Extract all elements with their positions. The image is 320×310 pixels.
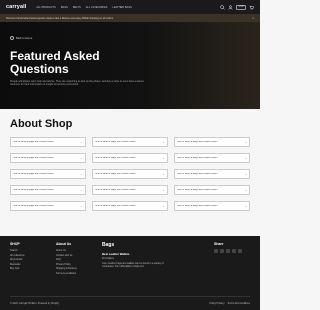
faq-question: How to setup a page with custom fields? (95, 157, 137, 159)
copyright-text: © 2024, Carryall Hnr&Co. Powered by Shop… (10, 302, 60, 305)
faq-question: How to setup a page with custom fields? (13, 173, 55, 175)
main-nav: ALL PRODUCTS BAGS BELTS ALL CATEGORIES L… (36, 6, 132, 9)
footer-heading: About Us (56, 242, 72, 246)
footer-link[interactable]: Terms & conditions (56, 272, 77, 277)
footer-shop-column: SHOP Search All collections All products… (10, 242, 24, 272)
page-subtitle: People will always want help and advice.… (10, 80, 144, 87)
chevron-down-icon: ⌄ (244, 172, 247, 176)
footer-brand-subtitle: Best Leather Wallets (102, 252, 130, 256)
back-link[interactable]: Back to Home (10, 36, 250, 40)
faq-question: How to setup a page with custom fields? (13, 189, 55, 191)
faq-item[interactable]: How to setup a page with custom fields? ⌄ (174, 201, 250, 211)
logo[interactable]: carryall (6, 4, 26, 10)
faq-item[interactable]: How to setup a page with custom fields? ⌄ (174, 169, 250, 179)
chevron-down-icon: ⌄ (244, 188, 247, 192)
social-icons (214, 249, 242, 253)
top-navigation-bar: carryall ALL PRODUCTS BAGS BELTS ALL CAT… (0, 0, 260, 14)
search-icon[interactable] (220, 4, 225, 10)
close-icon[interactable]: × (252, 16, 254, 20)
legal-link-privacy[interactable]: Policy Privacy (210, 302, 225, 305)
hero-section: Back to Home Featured Asked Questions Pe… (0, 22, 260, 109)
footer-brand-title: Bags (102, 242, 115, 248)
chevron-down-icon: ⌄ (80, 172, 83, 176)
page: carryall ALL PRODUCTS BAGS BELTS ALL CAT… (0, 0, 260, 310)
faq-question: How to setup a page with custom fields? (177, 173, 219, 175)
chevron-down-icon: ⌄ (162, 204, 165, 208)
footer-heading: SHOP (10, 242, 20, 246)
faq-question: How to setup a page with custom fields? (13, 157, 55, 159)
legal-link-terms[interactable]: Terms and conditions (227, 302, 250, 305)
faq-item[interactable]: How to setup a page with custom fields? ⌄ (174, 153, 250, 163)
page-title: Featured Asked Questions (10, 49, 100, 76)
footer-link[interactable]: Buy Cart (10, 267, 24, 272)
promo-banner: Discover handcrafted leathergoods made t… (0, 14, 260, 22)
pinterest-icon[interactable] (232, 249, 236, 253)
nav-item-leather-bags[interactable]: LEATHER BAGS (113, 6, 132, 9)
faq-question: How to setup a page with custom fields? (177, 189, 219, 191)
nav-item-all-products[interactable]: ALL PRODUCTS (36, 6, 55, 9)
faq-item[interactable]: How to setup a page with custom fields? ⌄ (10, 185, 86, 195)
chevron-down-icon: ⌄ (162, 172, 165, 176)
currency-selector[interactable]: USD (236, 4, 246, 10)
nav-item-all-categories[interactable]: ALL CATEGORIES (86, 6, 108, 9)
chevron-down-icon: ⌄ (162, 188, 165, 192)
faq-question: How to setup a page with custom fields? (177, 141, 219, 143)
faq-question: How to setup a page with custom fields? (13, 141, 55, 143)
nav-item-bags[interactable]: BAGS (61, 6, 68, 9)
chevron-down-icon: ⌄ (80, 188, 83, 192)
faq-question: How to setup a page with custom fields? (177, 205, 219, 207)
chevron-down-icon: ⌄ (244, 156, 247, 160)
faq-item[interactable]: How to setup a page with custom fields? ⌄ (10, 137, 86, 147)
faq-grid: How to setup a page with custom fields? ⌄… (10, 137, 250, 211)
chevron-down-icon: ⌄ (162, 140, 165, 144)
footer-brand-description: Just. Leather bags and wallets can be fo… (102, 262, 164, 269)
twitter-icon[interactable] (220, 249, 224, 253)
facebook-icon[interactable] (214, 249, 218, 253)
youtube-icon[interactable] (238, 249, 242, 253)
faq-question: How to setup a page with custom fields? (95, 173, 137, 175)
footer-about-column: About Us About Us Contact with us FAQ Pr… (56, 242, 77, 277)
header-tools: USD (220, 4, 254, 10)
faq-item[interactable]: How to setup a page with custom fields? ⌄ (174, 185, 250, 195)
chevron-down-icon: ⌄ (244, 140, 247, 144)
footer-share-column: Share (214, 242, 242, 253)
footer-bottom-bar: © 2024, Carryall Hnr&Co. Powered by Shop… (10, 296, 250, 305)
faq-question: How to setup a page with custom fields? (13, 205, 55, 207)
footer-heading: Share (214, 242, 224, 246)
instagram-icon[interactable] (226, 249, 230, 253)
faq-question: How to setup a page with custom fields? (95, 141, 137, 143)
faq-item[interactable]: How to setup a page with custom fields? ⌄ (92, 201, 168, 211)
back-link-label: Back to Home (16, 36, 33, 40)
footer-brand-column: Bags Best Leather Wallets Find Mates Jus… (102, 242, 168, 268)
chevron-down-icon: ⌄ (80, 140, 83, 144)
faq-item[interactable]: How to setup a page with custom fields? ⌄ (10, 201, 86, 211)
chevron-down-icon: ⌄ (244, 204, 247, 208)
arrow-left-icon (10, 36, 14, 40)
chevron-down-icon: ⌄ (80, 156, 83, 160)
chevron-down-icon: ⌄ (162, 156, 165, 160)
faq-question: How to setup a page with custom fields? (95, 205, 137, 207)
cart-icon[interactable] (249, 5, 254, 10)
faq-item[interactable]: How to setup a page with custom fields? ⌄ (92, 185, 168, 195)
faq-item[interactable]: How to setup a page with custom fields? ⌄ (10, 169, 86, 179)
faq-item[interactable]: How to setup a page with custom fields? ⌄ (92, 137, 168, 147)
faq-item[interactable]: How to setup a page with custom fields? ⌄ (174, 137, 250, 147)
faq-question: How to setup a page with custom fields? (95, 189, 137, 191)
footer-brand-tagline: Find Mates (102, 257, 114, 260)
faq-item[interactable]: How to setup a page with custom fields? ⌄ (92, 169, 168, 179)
section-title: About Shop (10, 118, 73, 130)
promo-text: Discover handcrafted leathergoods made t… (6, 16, 114, 20)
chevron-down-icon: ⌄ (80, 204, 83, 208)
footer: SHOP Search All collections All products… (0, 236, 260, 310)
nav-item-belts[interactable]: BELTS (73, 6, 81, 9)
faq-item[interactable]: How to setup a page with custom fields? ⌄ (10, 153, 86, 163)
faq-question: How to setup a page with custom fields? (177, 157, 219, 159)
user-icon[interactable] (228, 4, 233, 10)
legal-links: Policy Privacy Terms and conditions (210, 302, 250, 305)
faq-item[interactable]: How to setup a page with custom fields? ⌄ (92, 153, 168, 163)
